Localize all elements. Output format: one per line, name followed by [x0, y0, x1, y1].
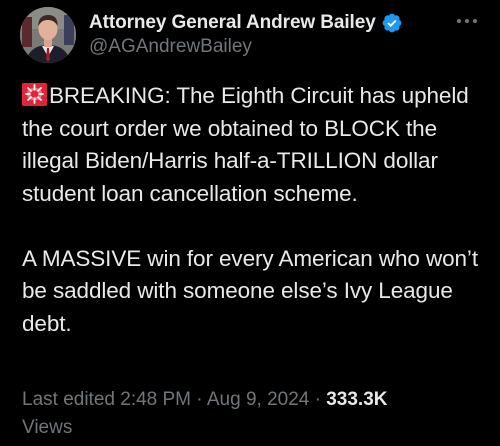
tweet-paragraph-1-text: BREAKING: The Eighth Circuit has upheld … — [22, 83, 469, 206]
author-handle[interactable]: @AGAndrewBailey — [89, 36, 252, 58]
verified-badge-icon[interactable] — [381, 12, 403, 34]
views-label[interactable]: Views — [22, 417, 72, 438]
tweet-paragraph-2: A MASSIVE win for every American who won… — [22, 245, 478, 336]
views-count[interactable]: 333.3K — [326, 389, 387, 410]
avatar-image — [20, 7, 76, 63]
more-options-icon[interactable] — [450, 10, 484, 32]
meta-separator-2: · — [314, 389, 321, 410]
tweet-time[interactable]: 2:48 PM — [120, 389, 191, 410]
tweet-paragraph-1: BREAKING: The Eighth Circuit has upheld … — [22, 80, 492, 210]
author-display-name[interactable]: Attorney General Andrew Bailey — [89, 12, 376, 34]
meta-separator: · — [196, 389, 203, 410]
tweet-text: BREAKING: The Eighth Circuit has upheld … — [22, 80, 492, 340]
tweet-date[interactable]: Aug 9, 2024 — [207, 389, 309, 410]
tweet-meta: Last edited 2:48 PM · Aug 9, 2024 · 333.… — [22, 386, 482, 442]
tweet: Attorney General Andrew Bailey @AGAndrew… — [0, 0, 500, 446]
edited-label[interactable]: Last edited — [22, 389, 115, 410]
author-name-row: Attorney General Andrew Bailey — [89, 10, 403, 36]
avatar[interactable] — [20, 7, 76, 63]
siren-emoji-icon — [22, 83, 47, 106]
